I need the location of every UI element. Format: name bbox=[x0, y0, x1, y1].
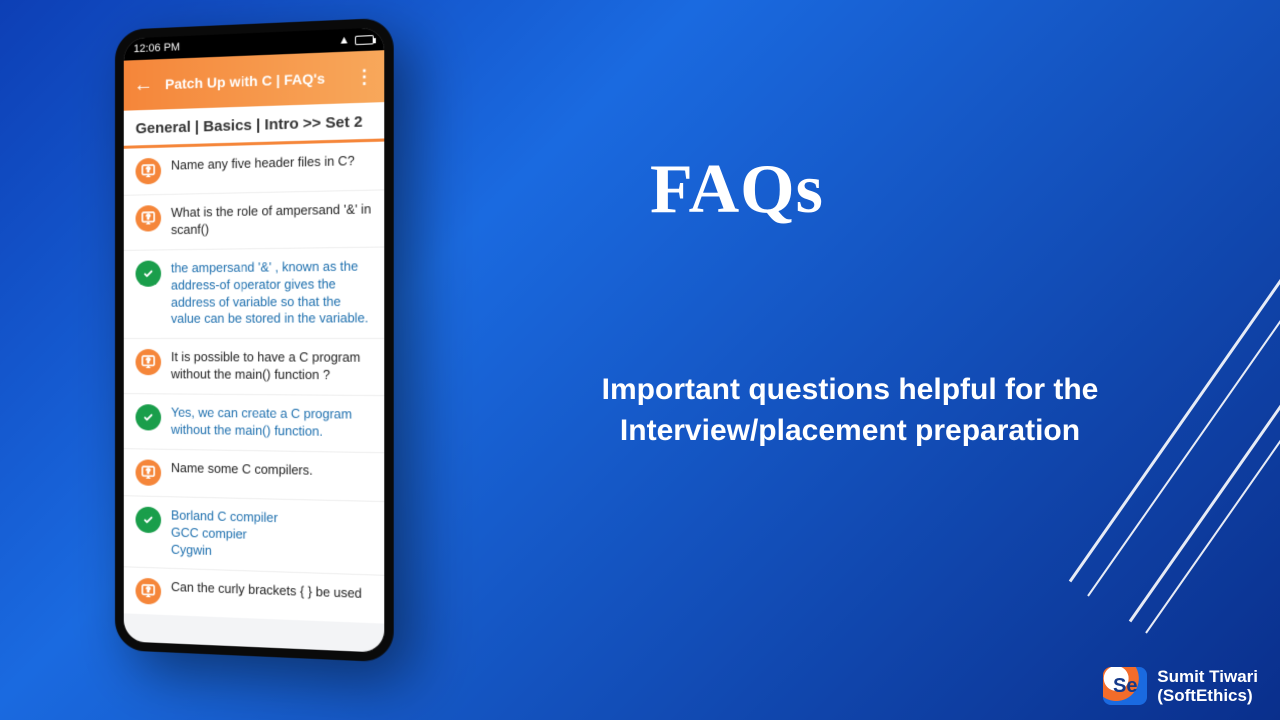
back-icon[interactable]: ← bbox=[134, 75, 154, 96]
item-text: Can the curly brackets { } be used bbox=[171, 579, 362, 603]
faq-question[interactable]: ? Name any five header files in C? bbox=[124, 142, 384, 195]
question-icon: ? bbox=[136, 578, 162, 605]
question-icon: ? bbox=[136, 158, 162, 185]
status-icons: ▲ bbox=[338, 33, 373, 47]
overflow-icon[interactable]: ⋮ bbox=[355, 66, 374, 88]
faq-question[interactable]: ? What is the role of ampersand '&' in sc… bbox=[124, 189, 384, 249]
slide-subtitle: Important questions helpful for the Inte… bbox=[470, 370, 1230, 451]
faq-answer[interactable]: Yes, we can create a C program without t… bbox=[124, 393, 384, 452]
faq-question[interactable]: ? Can the curly brackets { } be used bbox=[124, 567, 384, 624]
question-icon: ? bbox=[136, 459, 162, 486]
faq-list[interactable]: ? Name any five header files in C?? What i… bbox=[124, 142, 384, 653]
check-icon bbox=[136, 506, 162, 533]
svg-text:?: ? bbox=[146, 587, 150, 594]
battery-icon bbox=[355, 35, 374, 45]
item-text: What is the role of ampersand '&' in sca… bbox=[171, 201, 372, 239]
item-text: Name some C compilers. bbox=[171, 460, 313, 480]
slide-title: FAQs bbox=[650, 150, 824, 230]
item-text: It is possible to have a C program witho… bbox=[171, 349, 372, 384]
brand-text: Sumit Tiwari (SoftEthics) bbox=[1157, 667, 1258, 706]
item-text: the ampersand '&' , known as the address… bbox=[171, 258, 372, 328]
check-icon bbox=[136, 404, 162, 430]
faq-question[interactable]: ? Name some C compilers. bbox=[124, 448, 384, 501]
item-text: Yes, we can create a C program without t… bbox=[171, 405, 372, 442]
svg-text:?: ? bbox=[146, 468, 150, 475]
slide-stage: FAQs Important questions helpful for the… bbox=[0, 0, 1280, 720]
brand-lockup: Se Sumit Tiwari (SoftEthics) bbox=[1103, 667, 1258, 706]
svg-text:?: ? bbox=[146, 358, 150, 365]
signal-icon: ▲ bbox=[338, 34, 349, 47]
app-bar: ← Patch Up with C | FAQ's ⋮ bbox=[124, 50, 384, 111]
phone-mockup: 12:06 PM ▲ ← Patch Up with C | FAQ's ⋮ G… bbox=[115, 18, 394, 663]
phone-frame: 12:06 PM ▲ ← Patch Up with C | FAQ's ⋮ G… bbox=[115, 18, 394, 663]
faq-answer[interactable]: the ampersand '&' , known as the address… bbox=[124, 246, 384, 338]
item-text: Borland C compiler GCC compier Cygwin bbox=[171, 507, 278, 561]
check-icon bbox=[136, 260, 162, 286]
svg-text:?: ? bbox=[146, 214, 150, 221]
question-icon: ? bbox=[136, 349, 162, 375]
brand-subname: (SoftEthics) bbox=[1157, 686, 1258, 706]
question-icon: ? bbox=[136, 205, 162, 232]
faq-question[interactable]: ? It is possible to have a C program with… bbox=[124, 338, 384, 395]
status-time: 12:06 PM bbox=[134, 41, 180, 55]
faq-answer-list[interactable]: Borland C compiler GCC compier Cygwin bbox=[124, 495, 384, 575]
phone-screen: 12:06 PM ▲ ← Patch Up with C | FAQ's ⋮ G… bbox=[124, 27, 384, 652]
svg-text:?: ? bbox=[146, 167, 150, 174]
brand-logo-icon: Se bbox=[1103, 667, 1147, 705]
item-text: Name any five header files in C? bbox=[171, 153, 355, 175]
appbar-title: Patch Up with C | FAQ's bbox=[165, 70, 325, 92]
brand-name: Sumit Tiwari bbox=[1157, 667, 1258, 687]
